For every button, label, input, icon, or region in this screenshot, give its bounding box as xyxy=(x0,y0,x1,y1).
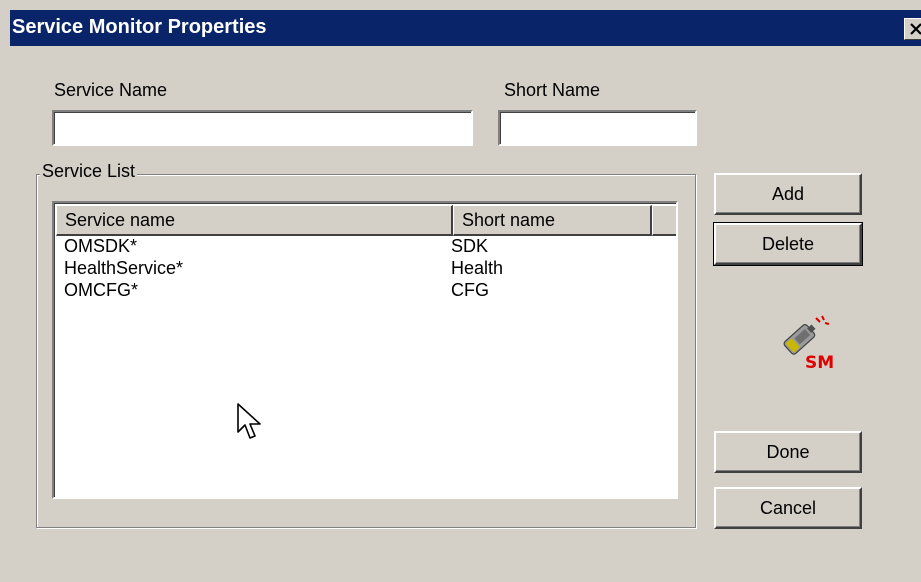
logo-label: SM xyxy=(805,353,835,373)
short-name-cell: CFG xyxy=(451,280,489,300)
mouse-pointer-icon xyxy=(237,403,261,439)
close-button[interactable] xyxy=(904,18,921,40)
table-row[interactable]: OMSDK* SDK xyxy=(54,236,674,258)
add-button[interactable]: Add xyxy=(714,173,862,215)
service-list-view[interactable]: Service name Short name OMSDK* SDK Healt… xyxy=(52,201,678,499)
service-list-caption: Service List xyxy=(40,161,138,182)
service-name-cell: HealthService* xyxy=(64,258,184,278)
cancel-button[interactable]: Cancel xyxy=(714,487,862,529)
column-header-filler xyxy=(652,205,676,236)
delete-button-label: Delete xyxy=(761,234,815,254)
table-row[interactable]: HealthService* Health xyxy=(54,258,674,280)
service-name-label: Service Name xyxy=(54,80,168,100)
short-name-cell: Health xyxy=(451,258,504,278)
service-name-cell: OMSDK* xyxy=(64,236,138,256)
service-name-cell: OMCFG* xyxy=(64,280,138,300)
short-name-input[interactable] xyxy=(498,110,697,146)
column-header-short-name[interactable]: Short name xyxy=(453,205,652,236)
window-title: Service Monitor Properties xyxy=(12,16,267,38)
short-name-label: Short Name xyxy=(504,80,601,100)
list-header: Service name Short name xyxy=(56,205,676,236)
service-monitor-dialog: Service Monitor Properties Service Name … xyxy=(0,0,921,582)
column-header-service-name[interactable]: Service name xyxy=(56,205,453,236)
short-name-cell: SDK xyxy=(451,236,489,256)
table-row[interactable]: OMCFG* CFG xyxy=(54,280,674,302)
done-button[interactable]: Done xyxy=(714,431,862,473)
title-bar[interactable]: Service Monitor Properties xyxy=(10,10,921,46)
close-icon xyxy=(910,23,921,35)
delete-button[interactable]: Delete xyxy=(713,222,863,266)
service-name-input[interactable] xyxy=(52,110,473,146)
